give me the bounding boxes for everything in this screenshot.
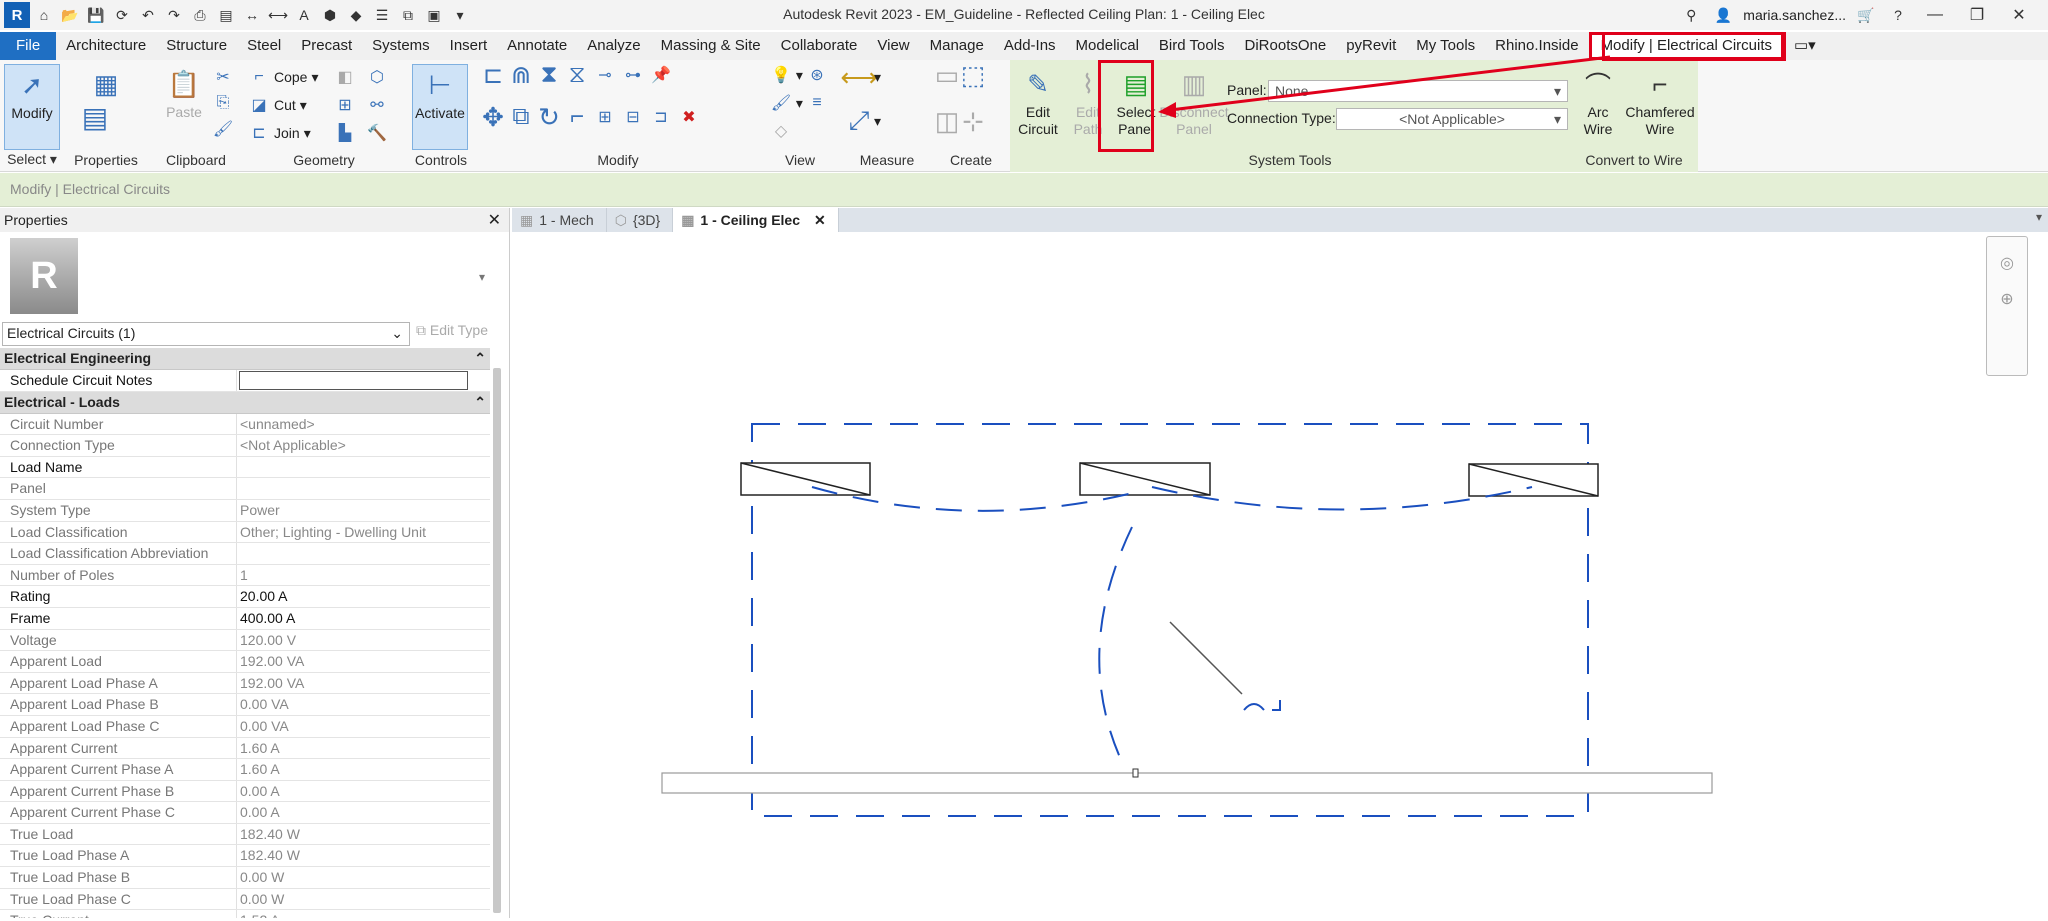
callout-arrowhead xyxy=(1158,102,1176,118)
callout-arrow-line xyxy=(1169,55,1611,112)
callout-arrow-layer xyxy=(1158,55,1611,118)
